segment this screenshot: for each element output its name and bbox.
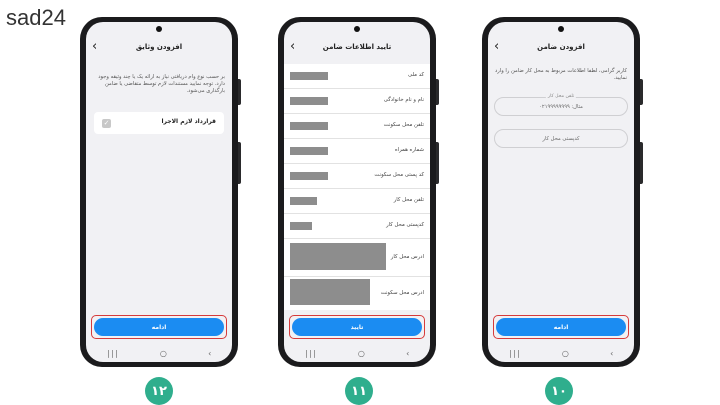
home-icon[interactable]: ○ — [358, 349, 365, 358]
document-label: قرارداد لازم الاجرا — [161, 118, 216, 125]
back-nav-icon[interactable]: ‹ — [208, 349, 211, 358]
description: کاربر گرامی، لطفا اطلاعات مربوط به محل ک… — [495, 68, 627, 81]
system-navbar: ∣∣∣ ○ ‹ — [284, 347, 430, 359]
system-navbar: ∣∣∣ ○ ‹ — [86, 347, 232, 359]
continue-button[interactable]: ادامه — [94, 318, 224, 336]
redacted-value — [290, 222, 312, 230]
header: ‹ افزودن ضامن — [488, 38, 634, 58]
field-label: کد ملی — [408, 72, 424, 78]
work-phone-field[interactable]: تلفن محل کار مثال: ۰۲۱۹۹۹۹۹۹۹۹ — [494, 94, 628, 116]
header: ‹ تایید اطلاعات ضامن — [284, 38, 430, 58]
back-nav-icon[interactable]: ‹ — [406, 349, 409, 358]
site-logo: sad24 — [6, 5, 66, 30]
back-nav-icon[interactable]: ‹ — [610, 349, 613, 358]
step-badge: ۱۱ — [345, 377, 373, 405]
field-label: تلفن محل سکونت — [383, 122, 424, 128]
redacted-value — [290, 97, 328, 105]
redacted-value — [290, 122, 328, 130]
phone-step-11: ‹ تایید اطلاعات ضامن کد ملی نام و نام خا… — [278, 17, 439, 367]
step-badge: ۱۲ — [145, 377, 173, 405]
redacted-value — [290, 197, 317, 205]
continue-button-highlight: ادامه — [493, 315, 629, 339]
camera-icon — [354, 26, 360, 32]
redacted-value — [290, 147, 328, 155]
confirm-button-highlight: تایید — [289, 315, 425, 339]
step-badge: ۱۰ — [545, 377, 573, 405]
page-title: افزودن وثایق — [135, 43, 183, 51]
field-label: ادرس محل کار — [390, 254, 424, 260]
camera-icon — [558, 26, 564, 32]
page-title: تایید اطلاعات ضامن — [322, 43, 392, 51]
field-label: کدپستی محل کار — [386, 222, 424, 228]
list-item: ادرس محل سکونت — [284, 277, 430, 310]
list-item: تلفن محل کار — [284, 189, 430, 214]
guarantor-info-list: کد ملی نام و نام خانوادگی تلفن محل سکونت… — [284, 64, 430, 310]
screen-confirm-guarantor: ‹ تایید اطلاعات ضامن کد ملی نام و نام خا… — [284, 22, 430, 362]
header: ‹ افزودن وثایق — [86, 38, 232, 58]
checkbox-icon[interactable]: ✓ — [102, 119, 111, 128]
description: بر حسب نوع وام دریافتی نیاز به ارائه یک … — [98, 74, 225, 94]
field-placeholder: مثال: ۰۲۱۹۹۹۹۹۹۹۹ — [539, 104, 583, 110]
redacted-value — [290, 279, 370, 305]
confirm-button[interactable]: تایید — [292, 318, 422, 336]
field-label: ادرس محل سکونت — [380, 290, 424, 296]
field-label: تلفن محل کار — [393, 197, 424, 203]
document-item[interactable]: ✓ قرارداد لازم الاجرا — [94, 112, 224, 134]
page-title: افزودن ضامن — [537, 43, 585, 51]
back-arrow-icon[interactable]: ‹ — [92, 39, 97, 55]
phone-step-10: ‹ افزودن ضامن کاربر گرامی، لطفا اطلاعات … — [482, 17, 643, 367]
back-arrow-icon[interactable]: ‹ — [290, 39, 295, 55]
list-item: کد ملی — [284, 64, 430, 89]
redacted-value — [290, 243, 386, 270]
field-label: تلفن محل کار — [545, 94, 577, 99]
field-label: کد پستی محل سکونت — [374, 172, 424, 178]
redacted-value — [290, 72, 328, 80]
camera-icon — [156, 26, 162, 32]
work-postal-code-field[interactable]: کدپستی محل کار — [494, 129, 628, 148]
screen-add-guarantor: ‹ افزودن ضامن کاربر گرامی، لطفا اطلاعات … — [488, 22, 634, 362]
recent-apps-icon[interactable]: ∣∣∣ — [305, 349, 317, 358]
recent-apps-icon[interactable]: ∣∣∣ — [509, 349, 521, 358]
home-icon[interactable]: ○ — [160, 349, 167, 358]
field-placeholder: کدپستی محل کار — [542, 136, 580, 142]
field-label: شماره همراه — [394, 147, 424, 153]
continue-button-highlight: ادامه — [91, 315, 227, 339]
list-item: تلفن محل سکونت — [284, 114, 430, 139]
list-item: کدپستی محل کار — [284, 214, 430, 239]
system-navbar: ∣∣∣ ○ ‹ — [488, 347, 634, 359]
screen-add-collateral: ‹ افزودن وثایق بر حسب نوع وام دریافتی نی… — [86, 22, 232, 362]
phone-step-12: ‹ افزودن وثایق بر حسب نوع وام دریافتی نی… — [80, 17, 241, 367]
redacted-value — [290, 172, 328, 180]
tutorial-slide: sad24 ‹ افزودن وثایق بر حسب نوع وام دریا… — [0, 0, 720, 405]
field-label: نام و نام خانوادگی — [383, 97, 424, 103]
list-item: کد پستی محل سکونت — [284, 164, 430, 189]
continue-button[interactable]: ادامه — [496, 318, 626, 336]
recent-apps-icon[interactable]: ∣∣∣ — [107, 349, 119, 358]
list-item: نام و نام خانوادگی — [284, 89, 430, 114]
list-item: ادرس محل کار — [284, 239, 430, 277]
list-item: شماره همراه — [284, 139, 430, 164]
back-arrow-icon[interactable]: ‹ — [494, 39, 499, 55]
home-icon[interactable]: ○ — [562, 349, 569, 358]
